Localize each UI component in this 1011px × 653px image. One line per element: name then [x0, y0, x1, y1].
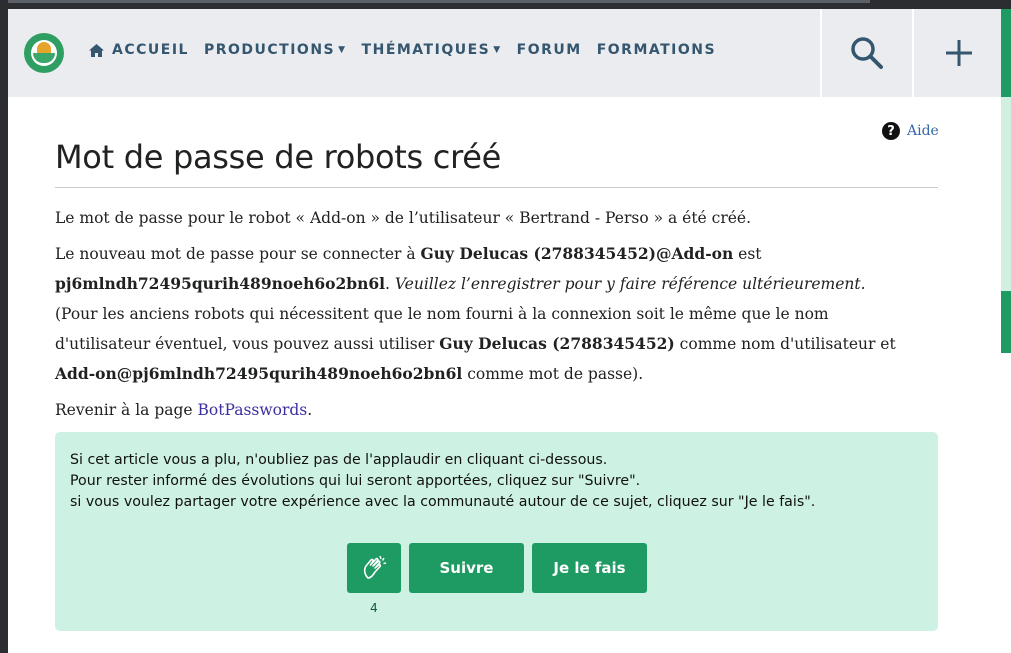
search-icon — [851, 37, 883, 69]
search-button[interactable] — [820, 9, 912, 97]
nav-home-label: ACCUEIL — [112, 42, 189, 58]
botpasswords-link[interactable]: BotPasswords — [198, 401, 308, 419]
help-link[interactable]: ? Aide — [882, 122, 939, 140]
password-details: Le nouveau mot de passe pour se connecte… — [55, 239, 945, 389]
nav-home[interactable]: ACCUEIL — [88, 42, 189, 58]
nav-formations[interactable]: FORMATIONS — [597, 42, 716, 58]
confirmation-text: Le mot de passe pour le robot « Add-on »… — [55, 209, 752, 227]
clap-icon — [363, 555, 387, 579]
caret-down-icon: ▼ — [338, 45, 347, 55]
nav-thematiques[interactable]: THÉMATIQUES ▼ — [362, 42, 502, 58]
nav-thematiques-label: THÉMATIQUES — [361, 42, 491, 58]
applause-box: Si cet article vous a plu, n'oubliez pas… — [55, 432, 938, 631]
follow-button[interactable]: Suivre — [409, 543, 524, 593]
window-top-line — [0, 0, 870, 3]
background-editor-strip — [0, 0, 8, 653]
legacy-password: Add-on@pj6mlndh72495qurih489noeh6o2bn6l — [55, 364, 463, 383]
window-top-strip — [0, 0, 1011, 9]
text: est — [733, 245, 762, 263]
applause-line-1: Si cet article vous a plu, n'oubliez pas… — [70, 452, 608, 468]
text: comme nom d'utilisateur et — [674, 335, 896, 353]
text: d'utilisateur éventuel, vous pouvez auss… — [55, 335, 440, 353]
clap-button[interactable] — [347, 543, 401, 593]
plus-icon — [946, 40, 972, 66]
nav-forum-label: FORUM — [516, 42, 582, 58]
text: Le nouveau mot de passe pour se connecte… — [55, 245, 421, 263]
nav-formations-label: FORMATIONS — [596, 42, 717, 58]
page-title: Mot de passe de robots créé — [55, 138, 502, 176]
applause-instructions: Si cet article vous a plu, n'oubliez pas… — [70, 450, 815, 513]
clap-count: 4 — [370, 601, 378, 615]
title-divider — [55, 187, 938, 188]
text: (Pour les anciens robots qui nécessitent… — [55, 305, 829, 323]
return-line: Revenir à la page BotPasswords. — [55, 395, 945, 425]
text: . — [385, 275, 395, 293]
add-button[interactable] — [912, 9, 1004, 97]
nav-productions-label: PRODUCTIONS — [203, 42, 336, 58]
confirmation-message: Le mot de passe pour le robot « Add-on »… — [55, 203, 945, 233]
help-label: Aide — [907, 123, 939, 139]
do-it-button[interactable]: Je le fais — [532, 543, 647, 593]
text: Revenir à la page — [55, 401, 198, 419]
caret-down-icon: ▼ — [493, 45, 502, 55]
site-header: ACCUEIL PRODUCTIONS ▼ THÉMATIQUES ▼ FORU… — [8, 9, 1001, 97]
text: comme mot de passe). — [462, 365, 644, 383]
home-icon — [88, 43, 112, 58]
nav-forum[interactable]: FORUM — [517, 42, 582, 58]
help-icon: ? — [882, 122, 900, 140]
applause-line-2: Pour rester informé des évolutions qui l… — [70, 473, 641, 489]
applause-line-3: si vous voulez partager votre expérience… — [70, 494, 816, 510]
site-logo[interactable] — [24, 33, 64, 73]
text: . — [307, 401, 313, 419]
generated-password: pj6mlndh72495qurih489noeh6o2bn6l — [55, 274, 386, 293]
legacy-username: Guy Delucas (2788345452) — [439, 334, 675, 353]
side-rail-accent-low — [1001, 291, 1011, 353]
side-rail-accent — [1001, 9, 1011, 97]
save-note: Veuillez l’enregistrer pour y faire réfé… — [394, 275, 866, 293]
nav-productions[interactable]: PRODUCTIONS ▼ — [204, 42, 347, 58]
main-nav: ACCUEIL PRODUCTIONS ▼ THÉMATIQUES ▼ FORU… — [88, 42, 731, 58]
login-name: Guy Delucas (2788345452)@Add-on — [420, 244, 734, 263]
side-rail-light — [1001, 97, 1011, 291]
